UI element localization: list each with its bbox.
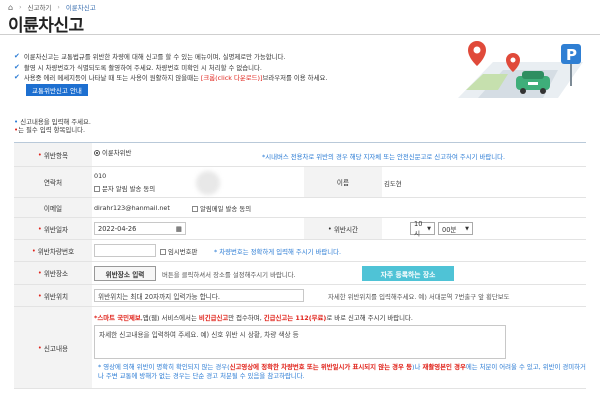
page-title: 이륜차신고 [8,16,84,36]
detail-location-input[interactable]: 위반위치는 최대 20자까지 입력가능 합니다. [94,289,304,302]
checkmark-icon: ✔ [14,52,20,60]
notice-list: ✔ 이륜차신고는 교통법규를 위반한 차량에 대해 신고를 할 수 있는 메뉴이… [14,52,327,84]
row-detail-location: • 위반위치 위반위치는 최대 20자까지 입력가능 합니다. 자세한 위반위치를… [14,285,586,307]
minute-select[interactable]: 00분 ▼ [438,222,473,235]
checkmark-icon: ✔ [14,62,20,71]
plate-notice: * 차량번호는 정확하게 입력해 주시기 바랍니다. [214,248,342,256]
label-date: • 위반일자 [14,218,92,239]
location-input-button[interactable]: 위반장소 입력 [94,266,156,281]
calendar-icon[interactable]: ▦ [176,225,182,233]
label-name: 이름 [304,167,382,197]
row-location: • 위반장소 위반장소 입력 버튼을 클릭하셔서 장소를 설정해주시기 바랍니다.… [14,262,586,285]
video-evidence-notice: * 영상에 의해 위반이 명확히 확인되지 않는 경우(신고영상에 정확한 차량… [98,363,586,380]
email-value: dirahr123@hanmail.net [94,204,170,212]
name-value: 김도현 [384,180,402,188]
sms-consent-checkbox[interactable]: 문자 알림 발송 동의 [94,184,155,193]
notice-text: 이륜차신고는 교통법규를 위반한 차량에 대해 신고를 할 수 있는 메뉴이며,… [23,53,286,61]
row-email: 이메일 dirahr123@hanmail.net 알림메일 발송 동의 [14,198,586,218]
map-parking-illustration: P [458,41,583,98]
chevron-right-icon: › [57,3,60,11]
notice-item: ✔ 촬영 시 차량번호가 식별되도록 촬영하여 주세요. 차량번호 미확인 시 … [14,63,327,74]
label-contact: 연락처 [14,167,92,197]
chrome-download-link[interactable]: [크롬(click 다운로드)] [201,74,263,82]
checkmark-icon: ✔ [14,73,20,81]
bus-lane-notice: *시내버스 전용차로 위반의 경우 해당 지자체 또는 안전신문고로 신고하여 … [262,153,506,161]
date-input[interactable]: 2022-04-26 ▦ [94,222,186,235]
chevron-down-icon: ▼ [465,225,469,232]
label-violation-type: • 위반항목 [14,143,92,166]
content-textarea[interactable]: 자세한 신고내용을 입력하여 주세요. 예) 신호 위반 시 상황, 차량 색상… [94,325,506,359]
chevron-down-icon: ▼ [427,225,431,232]
mail-consent-checkbox[interactable]: 알림메일 발송 동의 [192,204,251,213]
chevron-right-icon: › [19,3,22,11]
frequent-location-button[interactable]: 자주 등록하는 장소 [362,266,454,281]
row-plate: • 위반차량번호 임시번호판 * 차량번호는 정확하게 입력해 주시기 바랍니다. [14,240,586,262]
emergency-notice: *스마트 국민제보,앱(웹) 서비스에서는 비긴급신고만 접수하며, 긴급신고는… [94,314,413,322]
row-date: • 위반일자 2022-04-26 ▦ • 위반시간 10시 ▼ 00분 ▼ [14,218,586,240]
row-violation-type: • 위반항목 이륜차위반 *시내버스 전용차로 위반의 경우 해당 지자체 또는 … [14,143,586,167]
required-hint: •는 필수 입력 항목입니다. [14,126,86,134]
notice-text: 촬영 시 차량번호가 식별되도록 촬영하여 주세요. 차량번호 미확인 시 처리… [23,63,262,72]
notice-item: ✔ 이륜차신고는 교통법규를 위반한 차량에 대해 신고를 할 수 있는 메뉴이… [14,52,327,63]
label-content: • 신고내용 [14,307,92,388]
temp-plate-checkbox[interactable]: 임시번호판 [160,247,197,256]
label-location: • 위반장소 [14,262,92,284]
label-detail-location: • 위반위치 [14,285,92,306]
report-form: • 위반항목 이륜차위반 *시내버스 전용차로 위반의 경우 해당 지자체 또는 … [14,142,586,389]
row-content: • 신고내용 *스마트 국민제보,앱(웹) 서비스에서는 비긴급신고만 접수하며,… [14,307,586,389]
notice-text: 사용중 에러 메세지등이 나타날 때 또는 사용이 원활하지 않을때는 [크롬(… [23,74,328,82]
notice-item: ✔ 사용중 에러 메세지등이 나타날 때 또는 사용이 원활하지 않을때는 [크… [14,73,327,84]
traffic-violation-guide-button[interactable]: 교통위반신고 안내 [26,84,88,96]
title-divider [0,34,600,35]
phone-value: 010 [94,172,107,180]
svg-text:P: P [566,46,577,64]
label-time: • 위반시간 [304,218,382,239]
hour-select[interactable]: 10시 ▼ [410,220,435,238]
plate-input[interactable] [94,244,156,257]
label-email: 이메일 [14,198,92,217]
redacted-phone [196,171,220,195]
row-contact: 연락처 010 문자 알림 발송 동의 이름 김도현 [14,167,586,198]
location-help: 버튼을 클릭하셔서 장소를 설정해주시기 바랍니다. [162,271,296,279]
detail-location-help: 자세한 위반위치를 입력해주세요. 예) 서대문역 7번출구 앞 횡단보도 [328,293,510,301]
radio-motorcycle-violation[interactable]: 이륜차위반 [94,148,131,157]
label-plate: • 위반차량번호 [14,240,92,261]
